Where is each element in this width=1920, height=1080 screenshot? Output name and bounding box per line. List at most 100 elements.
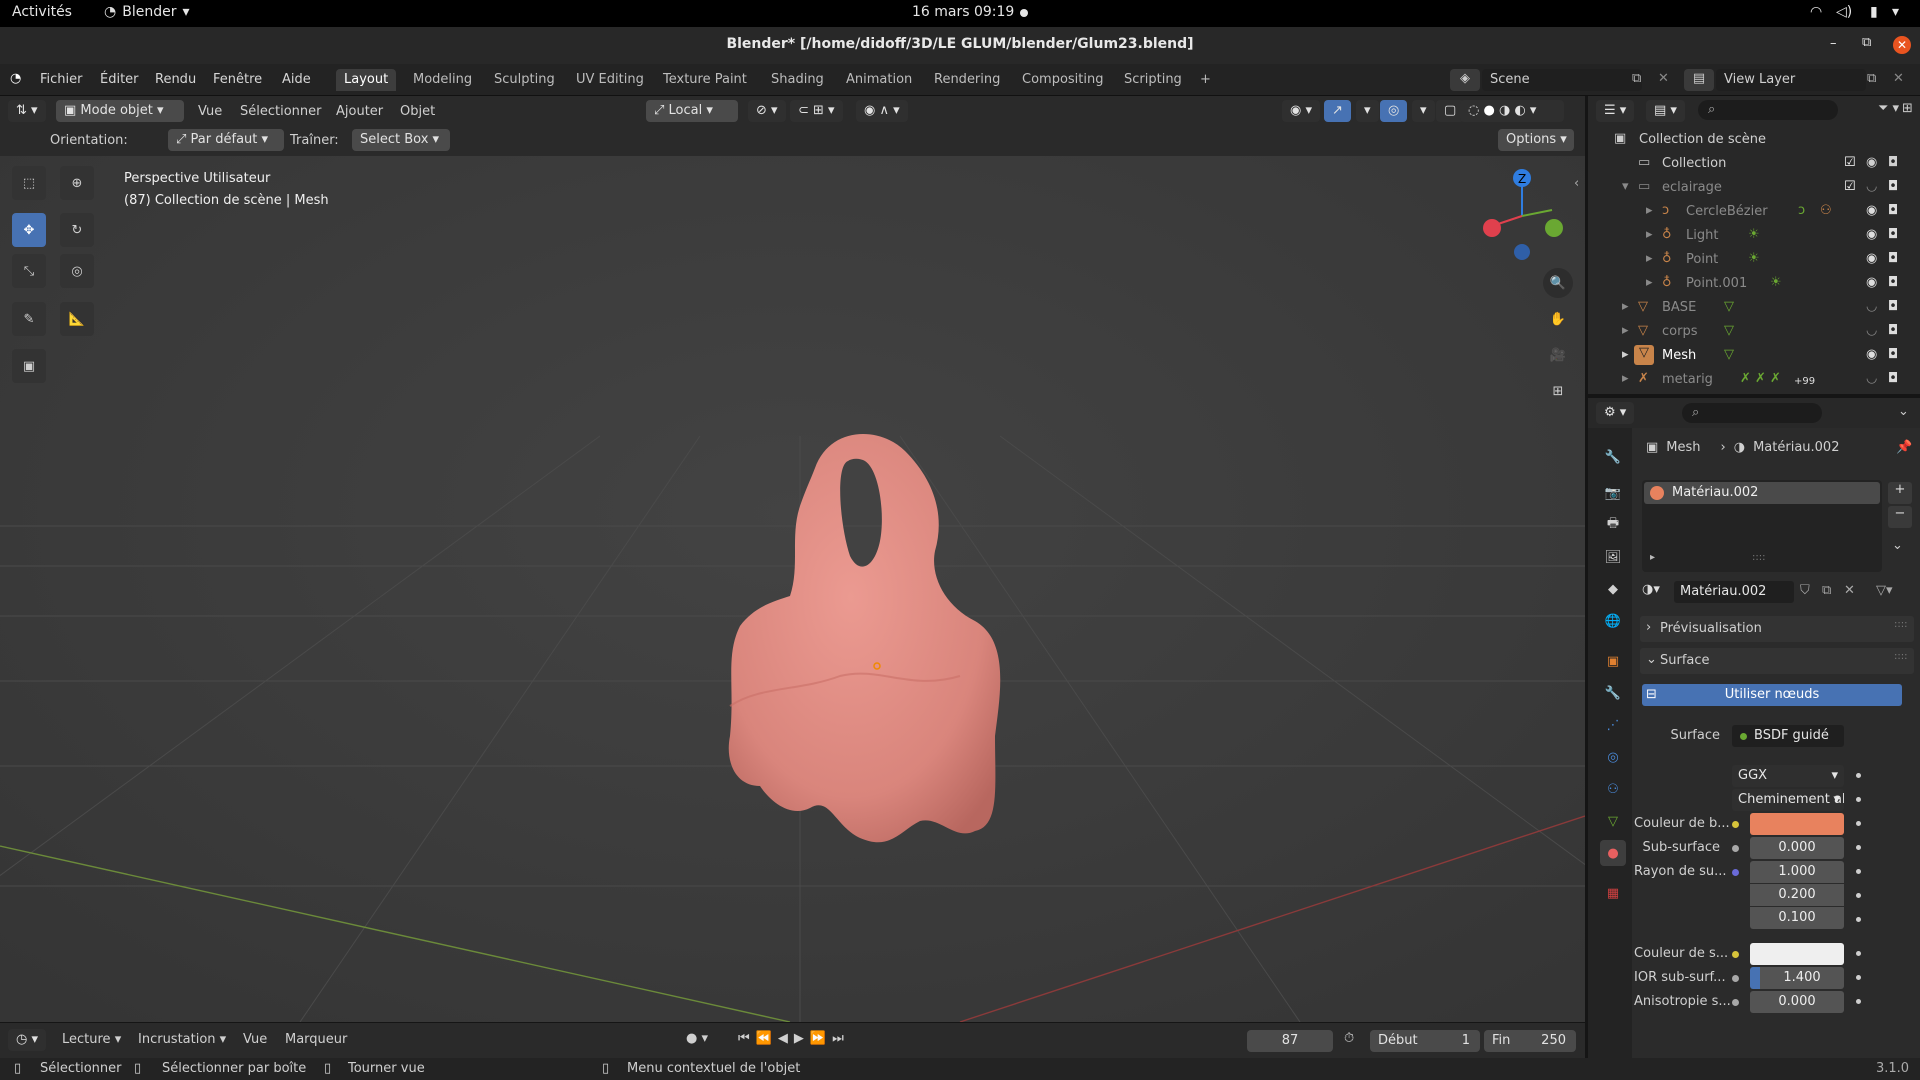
- eye-hidden-icon[interactable]: ◡: [1866, 179, 1877, 194]
- object-tab-icon[interactable]: ▣: [1600, 648, 1626, 674]
- overlays-icon[interactable]: ◎: [1380, 100, 1408, 122]
- scene-tab-icon[interactable]: ◆: [1600, 576, 1626, 602]
- new-collection-icon[interactable]: ⊞: [1902, 101, 1913, 116]
- outliner-row-corps[interactable]: ▸ ▽ corps ▽ ◡ ◘: [1588, 320, 1920, 344]
- delete-scene-icon[interactable]: ✕: [1658, 71, 1669, 86]
- close-icon[interactable]: ✕: [1893, 36, 1911, 54]
- section-preview[interactable]: › Prévisualisation ::::: [1640, 616, 1914, 642]
- physics-tab-icon[interactable]: ◎: [1600, 744, 1626, 770]
- delete-view-layer-icon[interactable]: ✕: [1893, 71, 1904, 86]
- menu-vue[interactable]: Vue: [198, 104, 222, 119]
- subsurface-anisotropy-field[interactable]: 0.000: [1750, 991, 1844, 1013]
- texture-tab-icon[interactable]: ▦: [1600, 880, 1626, 906]
- eye-hidden-icon[interactable]: ◡: [1866, 371, 1877, 386]
- eye-icon[interactable]: ◉: [1866, 275, 1877, 290]
- outliner-row-point[interactable]: ▸ ♁ Point ☀ ◉ ◘: [1588, 248, 1920, 272]
- keyframe-dot-icon[interactable]: [1856, 917, 1861, 922]
- menu-vue-timeline[interactable]: Vue: [243, 1032, 267, 1047]
- tab-uv-editing[interactable]: UV Editing: [568, 69, 652, 91]
- duplicate-icon[interactable]: ⧉: [1822, 583, 1831, 598]
- keyframe-dot-icon[interactable]: [1856, 821, 1861, 826]
- menu-selectionner[interactable]: Sélectionner: [240, 104, 322, 119]
- drag-handle-icon[interactable]: ::::: [1894, 651, 1907, 662]
- menu-objet[interactable]: Objet: [400, 104, 435, 119]
- start-frame-field[interactable]: Début 1: [1370, 1030, 1480, 1052]
- expand-arrow-icon[interactable]: ▸: [1646, 203, 1653, 218]
- eye-icon[interactable]: ◉: [1866, 155, 1877, 170]
- ortho-grid-icon[interactable]: ⊞: [1543, 376, 1573, 406]
- material-shading-icon[interactable]: ◑: [1499, 103, 1510, 118]
- chevron-down-icon[interactable]: ▾: [1892, 4, 1899, 20]
- keyframe-dot-icon[interactable]: [1856, 845, 1861, 850]
- tab-sculpting[interactable]: Sculpting: [486, 69, 563, 91]
- timeline-editor-icon[interactable]: ◷ ▾: [8, 1029, 47, 1051]
- prev-keyframe-icon[interactable]: ⏪: [756, 1031, 778, 1046]
- resize-handle-icon[interactable]: ::::: [1752, 552, 1765, 563]
- eye-icon[interactable]: ◉: [1866, 251, 1877, 266]
- add-workspace-button[interactable]: +: [1192, 69, 1219, 91]
- add-slot-icon[interactable]: +: [1888, 482, 1912, 504]
- app-menu[interactable]: ◔ Blender ▾: [104, 4, 190, 20]
- proportional-edit-icon[interactable]: ◉ ∧ ▾: [856, 100, 908, 122]
- current-frame-field[interactable]: 87: [1247, 1030, 1333, 1052]
- camera-render-icon[interactable]: ◘: [1888, 347, 1898, 362]
- wireframe-shading-icon[interactable]: ◌: [1468, 103, 1479, 118]
- record-icon[interactable]: ● ▾: [686, 1031, 708, 1046]
- radius-x-field[interactable]: 1.000: [1750, 861, 1844, 883]
- cursor-tool[interactable]: ⊕: [60, 166, 94, 200]
- keyframe-dot-icon[interactable]: [1856, 975, 1861, 980]
- camera-render-icon[interactable]: ◘: [1888, 179, 1898, 194]
- camera-render-icon[interactable]: ◘: [1888, 275, 1898, 290]
- material-slot-list[interactable]: Matériau.002 ▸ ::::: [1642, 480, 1882, 572]
- pin-icon[interactable]: 📌: [1896, 440, 1912, 455]
- menu-marqueur[interactable]: Marqueur: [285, 1032, 347, 1047]
- keyframe-dot-icon[interactable]: [1856, 869, 1861, 874]
- menu-rendu[interactable]: Rendu: [155, 72, 196, 87]
- battery-icon[interactable]: ▮: [1870, 4, 1878, 20]
- keyframe-dot-icon[interactable]: [1856, 797, 1861, 802]
- view-layer-selector-icon[interactable]: ▤: [1684, 69, 1714, 91]
- remove-slot-icon[interactable]: −: [1888, 506, 1912, 528]
- tab-texture-paint[interactable]: Texture Paint: [655, 69, 755, 91]
- outliner-row-collection[interactable]: ▭ Collection ☑ ◉ ◘: [1588, 152, 1920, 176]
- link-filter-icon[interactable]: ▽▾: [1876, 583, 1893, 598]
- outliner-row-metarig[interactable]: ▸ ✗ metarig ✗ ✗ ✗ +99 ◡ ◘: [1588, 368, 1920, 392]
- menu-fichier[interactable]: Fichier: [40, 72, 83, 87]
- subsurface-field[interactable]: 0.000: [1750, 837, 1844, 859]
- particles-tab-icon[interactable]: ⋰: [1600, 712, 1626, 738]
- subsurface-method-dropdown[interactable]: Cheminement al...▾: [1732, 789, 1844, 811]
- chevron-down-icon[interactable]: ⌄: [1892, 538, 1903, 553]
- base-color-swatch[interactable]: [1750, 813, 1844, 835]
- world-tab-icon[interactable]: 🌐: [1600, 608, 1626, 634]
- view-layer-field[interactable]: View Layer: [1716, 69, 1866, 91]
- camera-view-icon[interactable]: 🎥: [1543, 340, 1573, 370]
- tab-modeling[interactable]: Modeling: [405, 69, 480, 91]
- keyframe-dot-icon[interactable]: [1856, 773, 1861, 778]
- tool-tab-icon[interactable]: 🔧: [1600, 444, 1626, 470]
- expand-arrow-icon[interactable]: ▸: [1646, 251, 1653, 266]
- scene-name-field[interactable]: Scene: [1482, 69, 1642, 91]
- outliner-row-point-001[interactable]: ▸ ♁ Point.001 ☀ ◉ ◘: [1588, 272, 1920, 296]
- area-separator[interactable]: [1588, 394, 1920, 398]
- minimize-icon[interactable]: –: [1830, 36, 1837, 51]
- menu-ajouter[interactable]: Ajouter: [336, 104, 383, 119]
- menu-incrustation[interactable]: Incrustation ▾: [138, 1032, 226, 1047]
- camera-render-icon[interactable]: ◘: [1888, 299, 1898, 314]
- blender-logo-icon[interactable]: ◔: [10, 71, 21, 86]
- activities-button[interactable]: Activités: [12, 4, 72, 20]
- camera-render-icon[interactable]: ◘: [1888, 323, 1898, 338]
- volume-icon[interactable]: ◁): [1836, 4, 1852, 20]
- camera-render-icon[interactable]: ◘: [1888, 155, 1898, 170]
- menu-lecture[interactable]: Lecture ▾: [62, 1032, 121, 1047]
- eye-icon[interactable]: ◉: [1866, 347, 1877, 362]
- measure-tool[interactable]: 📐: [60, 302, 94, 336]
- section-surface[interactable]: ⌄ Surface ::::: [1640, 648, 1914, 674]
- annotate-tool[interactable]: ✎: [12, 302, 46, 336]
- eye-icon[interactable]: ◉: [1866, 227, 1877, 242]
- data-tab-icon[interactable]: ▽: [1600, 808, 1626, 834]
- overlays-dropdown-icon[interactable]: ▾: [1412, 100, 1435, 122]
- snap-icon[interactable]: ⊂ ⊞ ▾: [790, 100, 843, 122]
- camera-render-icon[interactable]: ◘: [1888, 251, 1898, 266]
- play-reverse-icon[interactable]: ◀: [778, 1031, 794, 1046]
- radius-z-field[interactable]: 0.100: [1750, 907, 1844, 929]
